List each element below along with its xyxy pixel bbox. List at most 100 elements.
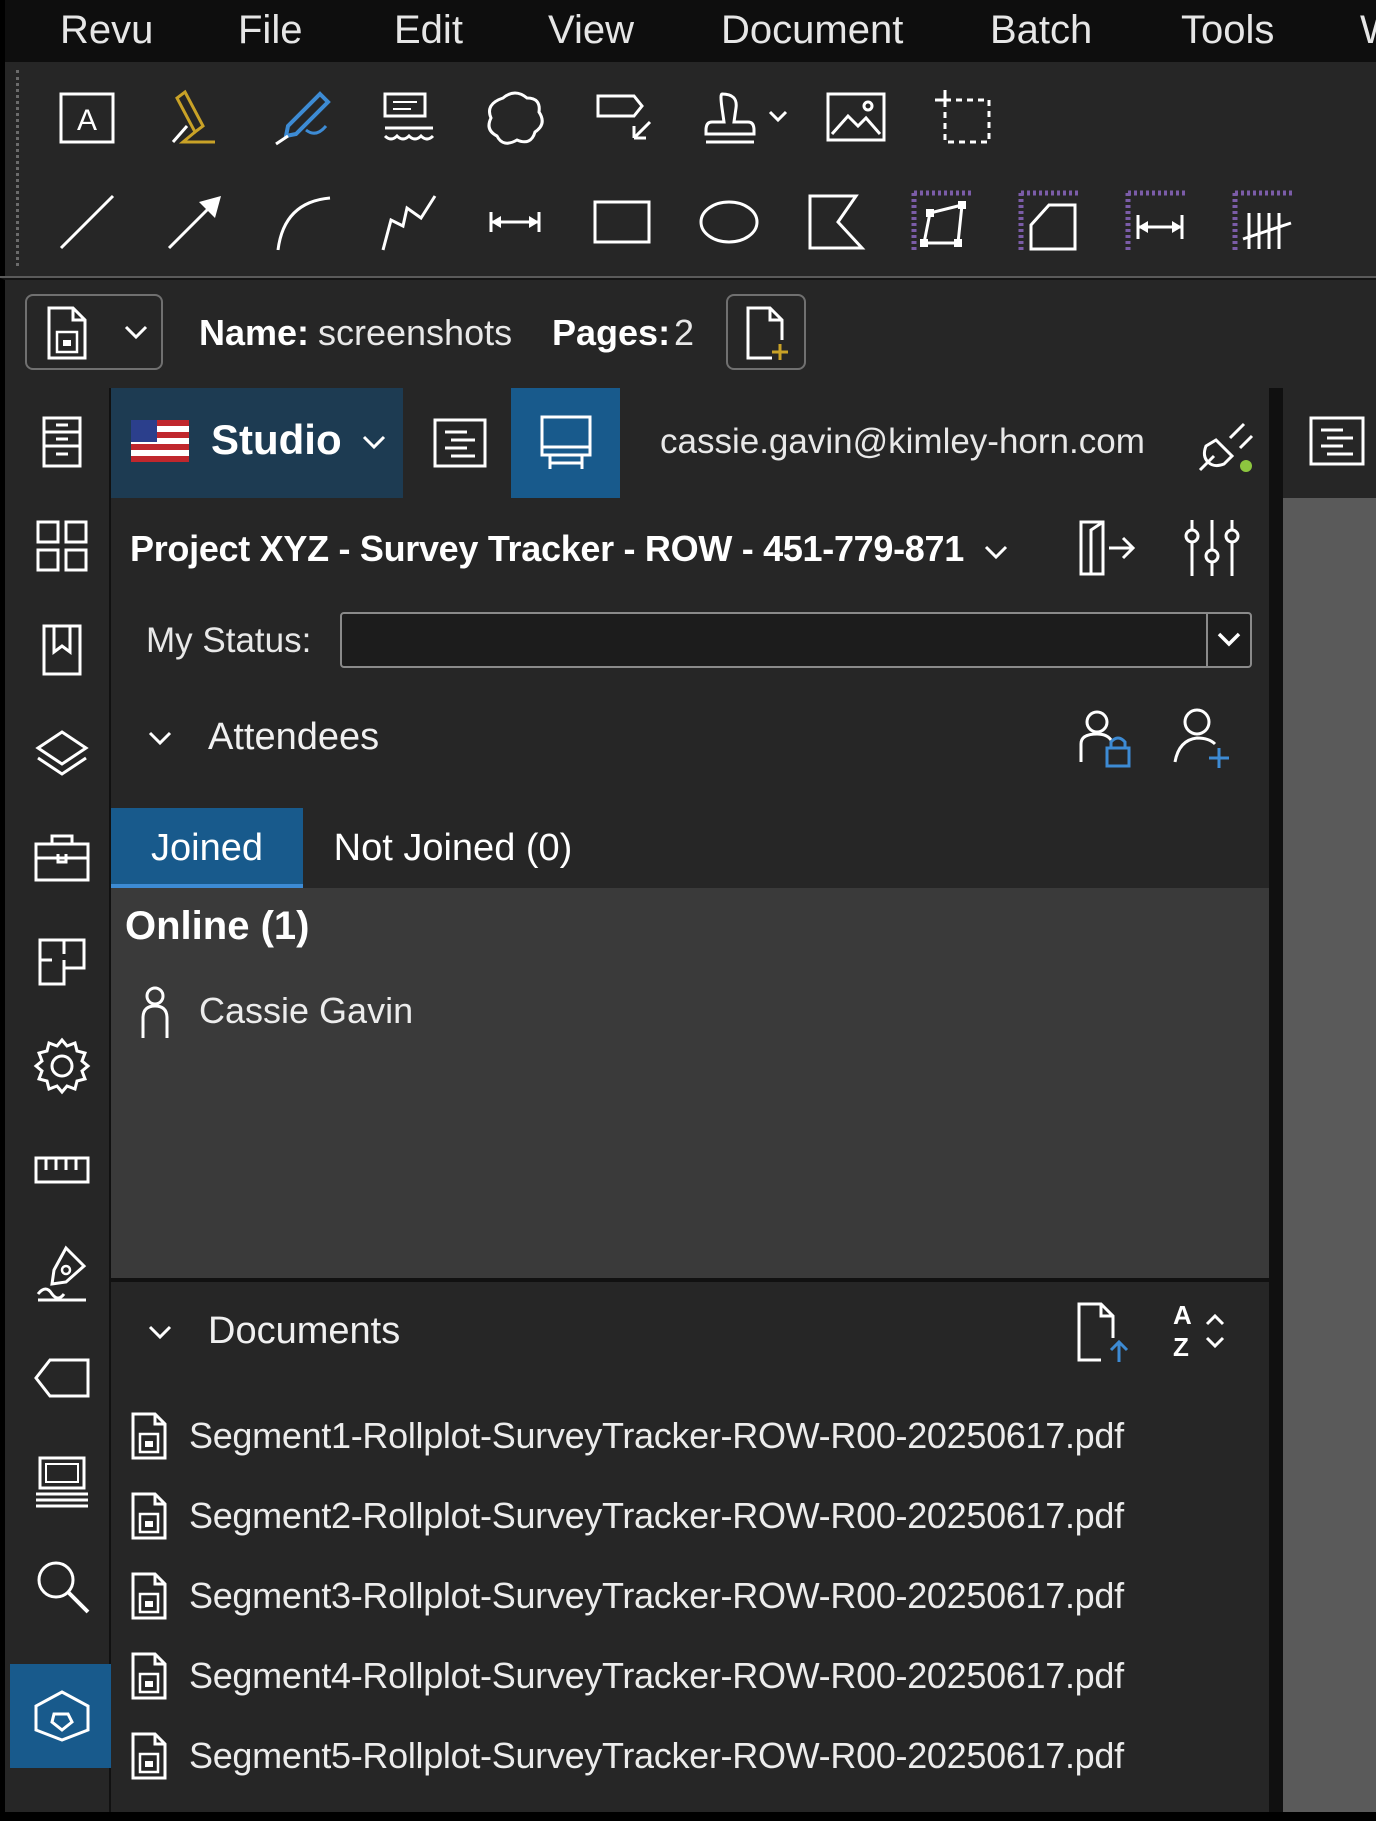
measure-length-icon[interactable] [1117,182,1197,262]
rectangle-icon[interactable] [582,182,662,262]
count-icon[interactable] [1224,182,1304,262]
documents-title: Documents [208,1310,401,1352]
menu-edit[interactable]: Edit [394,8,463,53]
session-title[interactable]: Project XYZ - Survey Tracker - ROW - 451… [130,528,964,570]
sort-documents-button[interactable]: AZ [1169,1298,1235,1364]
leave-session-button[interactable] [1073,516,1143,580]
list-panel-icon [433,418,487,468]
right-panel-list-button[interactable] [1307,414,1367,474]
pdf-file-icon [131,1732,167,1780]
menu-file[interactable]: File [238,8,302,53]
add-document-button[interactable] [726,294,806,370]
left-icon-rail [0,388,114,1821]
pdf-file-icon [131,1492,167,1540]
menu-tools[interactable]: Tools [1181,8,1274,53]
chevron-down-icon [124,325,148,340]
settings-gear-icon[interactable] [10,1014,114,1118]
session-board-icon [540,415,591,469]
pen-icon[interactable] [262,78,342,158]
search-icon[interactable] [10,1534,114,1638]
document-row[interactable]: Segment1-Rollplot-SurveyTracker-ROW-R00-… [111,1396,1269,1476]
spaces-icon[interactable] [10,910,114,1014]
bookmarks-icon[interactable] [10,598,114,702]
invite-attendee-button[interactable] [1169,704,1235,770]
image-icon[interactable] [816,78,896,158]
document-row[interactable]: Segment2-Rollplot-SurveyTracker-ROW-R00-… [111,1476,1269,1556]
document-canvas[interactable] [1283,388,1376,1821]
user-lock-icon [1079,710,1131,768]
measure-area-icon[interactable] [903,182,983,262]
bottom-border [0,1812,1376,1821]
document-row[interactable]: Segment3-Rollplot-SurveyTracker-ROW-R00-… [111,1556,1269,1636]
sessions-list-button[interactable] [421,408,499,478]
tab-not-joined[interactable]: Not Joined (0) [303,808,603,888]
thumbnails-icon[interactable] [10,494,114,598]
status-dropdown-arrow[interactable] [1206,614,1250,666]
my-status-label: My Status: [146,621,312,660]
measure-polygon-icon[interactable] [1010,182,1090,262]
layers-icon[interactable] [10,702,114,806]
session-settings-button[interactable] [1180,516,1246,580]
tab-joined[interactable]: Joined [111,808,303,888]
chevron-down-icon [148,731,172,746]
menu-view[interactable]: View [548,8,634,53]
line-icon[interactable] [47,182,127,262]
menu-batch[interactable]: Batch [990,8,1092,53]
cloud-icon[interactable] [475,78,555,158]
user-email[interactable]: cassie.gavin@kimley-horn.com [660,422,1145,462]
document-name: Segment4-Rollplot-SurveyTracker-ROW-R00-… [189,1655,1124,1696]
studio-selector[interactable]: Studio [111,388,403,498]
chevron-down-icon[interactable] [983,544,1009,562]
pdf-file-icon [131,1572,167,1620]
document-row[interactable]: Segment5-Rollplot-SurveyTracker-ROW-R00-… [111,1716,1269,1796]
toolchest-icon[interactable] [10,806,114,910]
document-name: Segment3-Rollplot-SurveyTracker-ROW-R00-… [189,1575,1124,1616]
online-heading: Online (1) [125,904,310,948]
sets-icon[interactable] [10,1430,114,1534]
name-value: screenshots [318,312,513,353]
chevron-down-icon [148,1325,172,1340]
measurements-ruler-icon[interactable] [10,1118,114,1222]
document-row[interactable]: Segment4-Rollplot-SurveyTracker-ROW-R00-… [111,1636,1269,1716]
panel-splitter[interactable] [1269,388,1283,1821]
pages-value: 2 [674,312,695,353]
list-panel-icon [1309,416,1365,466]
text-box-icon[interactable]: A [47,78,127,158]
markup-toolbar: A [0,62,1376,276]
arc-icon[interactable] [262,182,342,262]
polyline-icon[interactable] [369,182,449,262]
studio-label: Studio [211,416,342,463]
callout-icon[interactable] [369,78,449,158]
properties-icon[interactable] [10,390,114,494]
note-icon[interactable] [582,78,662,158]
add-user-icon [1173,708,1229,768]
add-file-icon [746,306,788,360]
stamp-icon[interactable] [695,78,805,158]
polygon-icon[interactable] [796,182,876,262]
ellipse-icon[interactable] [689,182,769,262]
menu-window[interactable]: W [1360,8,1376,53]
user-icon [141,986,169,1038]
arrow-icon[interactable] [155,182,235,262]
snapshot-icon[interactable] [923,78,1003,158]
document-info-bar: Name: screenshots Pages: 2 [0,278,1376,388]
menu-bar: Revu File Edit View Document Batch Tools… [0,0,1376,62]
lock-attendees-button[interactable] [1073,704,1139,770]
signatures-icon[interactable] [10,1222,114,1326]
my-status-dropdown[interactable] [340,612,1252,668]
sessions-tab-button[interactable] [511,388,620,498]
studio-icon[interactable] [10,1664,114,1768]
highlight-icon[interactable] [155,78,235,158]
toolbar-grip[interactable] [16,70,19,266]
dimension-icon[interactable] [475,182,555,262]
exit-icon [1079,520,1136,576]
menu-revu[interactable]: Revu [60,8,153,53]
tags-icon[interactable] [10,1326,114,1430]
menu-document[interactable]: Document [721,8,903,53]
chevron-down-icon [362,435,386,450]
document-name: Segment2-Rollplot-SurveyTracker-ROW-R00-… [189,1495,1124,1536]
upload-document-button[interactable] [1073,1298,1139,1364]
attendee-row[interactable]: Cassie Gavin [111,972,1269,1050]
document-dropdown[interactable] [25,294,163,370]
connection-status-button[interactable] [1194,416,1260,476]
